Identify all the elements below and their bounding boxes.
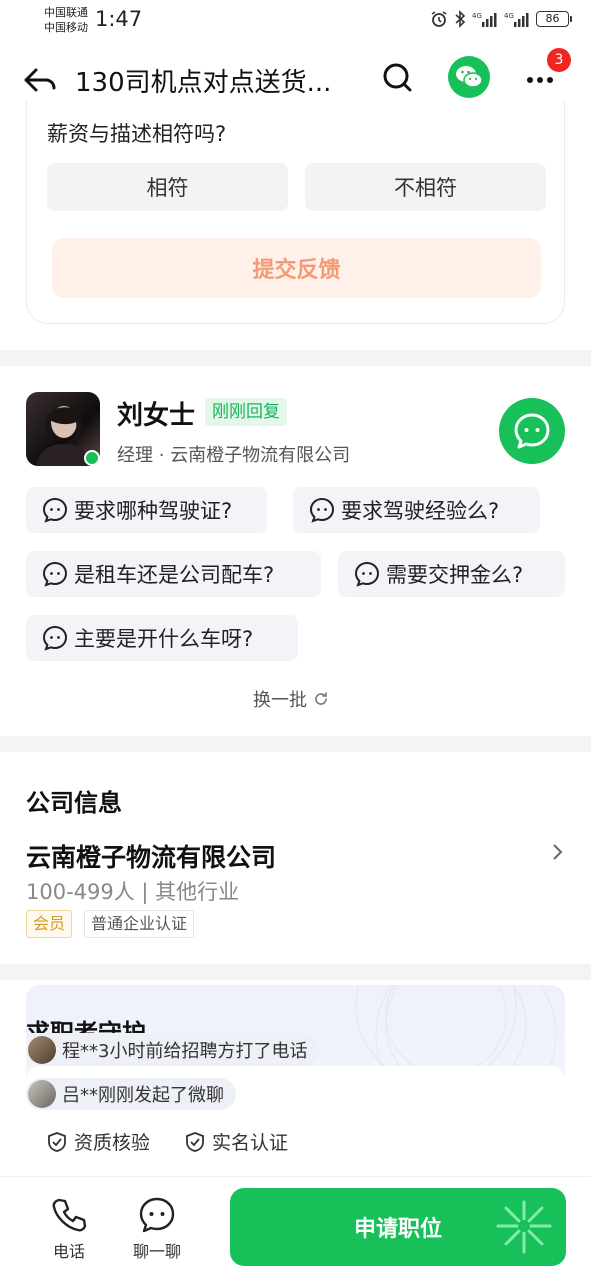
separator-dot: ·: [158, 445, 171, 466]
svg-text:4G: 4G: [504, 12, 514, 20]
question-text: 主要是开什么车呀?: [74, 627, 254, 651]
recruiter-company: 云南橙子物流有限公司: [170, 445, 351, 466]
company-meta: 100-499人 | 其他行业: [26, 880, 240, 904]
recruiter-title: 经理: [117, 445, 153, 466]
protection-title: 求职者守护: [26, 1019, 146, 1033]
chat-label: 聊一聊: [133, 1242, 182, 1261]
question-chip[interactable]: 是租车还是公司配车?: [26, 551, 321, 597]
chat-bubble-icon: [514, 413, 550, 449]
question-chip[interactable]: 要求驾驶经验么?: [293, 487, 540, 533]
chat-bubble-icon: [139, 1197, 175, 1233]
verification-badge: 资质核验: [46, 1128, 150, 1155]
phone-icon: [52, 1198, 87, 1232]
question-text: 要求驾驶经验么?: [341, 499, 500, 523]
company-name-link[interactable]: 云南橙子物流有限公司: [26, 838, 276, 874]
shield-check-icon: [186, 1131, 204, 1152]
apply-label: 申请职位: [353, 1217, 442, 1242]
clock: 1:47: [95, 7, 143, 31]
activity-notice: 程**3小时前给招聘方打了电话: [26, 1034, 320, 1066]
company-section-title: 公司信息: [26, 789, 122, 817]
option-match-button[interactable]: 相符: [47, 163, 288, 211]
phone-label: 电话: [52, 1242, 85, 1261]
chat-question-icon: [354, 561, 380, 587]
apply-job-button[interactable]: 申请职位: [230, 1188, 566, 1266]
badge-label: 资质核验: [74, 1132, 151, 1154]
section-divider: [0, 736, 591, 752]
question-chip[interactable]: 需要交押金么?: [338, 551, 565, 597]
salary-feedback-card: 薪资与描述相符吗? 相符 不相符 提交反馈: [26, 100, 565, 324]
question-text: 是租车还是公司配车?: [74, 563, 275, 587]
notification-badge: 3: [547, 48, 571, 72]
refresh-icon: [315, 692, 327, 705]
search-button[interactable]: [380, 60, 420, 100]
chat-question-icon: [42, 497, 68, 523]
notice-text: 吕**刚刚发起了微聊: [62, 1085, 224, 1106]
carrier-info: 中国联通 中国移动: [44, 5, 88, 35]
recruiter-name: 刘女士: [117, 401, 196, 431]
bluetooth-icon: [455, 10, 466, 28]
user-avatar: [28, 1036, 56, 1064]
feedback-question: 薪资与描述相符吗?: [47, 122, 227, 146]
certification-tag: 普通企业认证: [84, 910, 195, 938]
question-text: 要求哪种驾驶证?: [74, 499, 233, 523]
company-arrow[interactable]: [548, 842, 568, 862]
phone-button[interactable]: 电话: [50, 1196, 88, 1262]
svg-text:4G: 4G: [472, 12, 482, 20]
back-button[interactable]: [22, 60, 62, 100]
battery-indicator: 86: [536, 11, 572, 27]
page-title: 130司机点对点送货...: [75, 68, 332, 98]
member-tag: 会员: [26, 910, 73, 938]
alarm-icon: [431, 11, 447, 27]
section-divider: [0, 350, 591, 366]
option-mismatch-button[interactable]: 不相符: [305, 163, 546, 211]
status-icons: 4G 4G 86: [430, 10, 572, 28]
refresh-questions-button[interactable]: 换一批: [253, 686, 329, 712]
status-bar: 中国联通 中国移动 1:47 4G 4G 86: [0, 0, 591, 44]
submit-feedback-button[interactable]: 提交反馈: [52, 238, 541, 298]
signal-icon: 4G: [472, 12, 497, 27]
carrier-1: 中国联通: [44, 6, 88, 19]
notice-text: 程**3小时前给招聘方打了电话: [62, 1041, 308, 1062]
chat-question-icon: [42, 561, 68, 587]
question-chip[interactable]: 主要是开什么车呀?: [26, 615, 298, 661]
recruiter-subtitle: 经理 · 云南橙子物流有限公司: [117, 441, 350, 467]
more-dots-icon: [527, 77, 553, 83]
chat-recruiter-button[interactable]: [499, 398, 565, 464]
user-avatar: [28, 1080, 56, 1108]
badge-label: 实名认证: [212, 1132, 289, 1154]
refresh-label: 换一批: [253, 690, 307, 711]
chat-button[interactable]: 聊一聊: [133, 1196, 181, 1262]
section-divider: [0, 964, 591, 980]
chat-question-icon: [42, 625, 68, 651]
search-icon: [383, 63, 412, 92]
reply-status-tag: 刚刚回复: [205, 398, 287, 426]
wechat-share-button[interactable]: [448, 56, 490, 98]
chevron-right-icon: [553, 844, 563, 860]
shield-check-icon: [48, 1131, 66, 1152]
back-arrow-icon: [24, 68, 56, 92]
wechat-icon: [456, 66, 483, 88]
question-text: 需要交押金么?: [386, 563, 524, 587]
online-status-dot: [84, 450, 100, 466]
chat-question-icon: [309, 497, 335, 523]
signal-icon-2: 4G: [504, 12, 529, 27]
question-chip[interactable]: 要求哪种驾驶证?: [26, 487, 267, 533]
carrier-2: 中国移动: [44, 21, 88, 34]
sparkle-icon: [496, 1200, 552, 1254]
verification-badge: 实名认证: [184, 1128, 288, 1155]
activity-notice: 吕**刚刚发起了微聊: [26, 1078, 236, 1110]
